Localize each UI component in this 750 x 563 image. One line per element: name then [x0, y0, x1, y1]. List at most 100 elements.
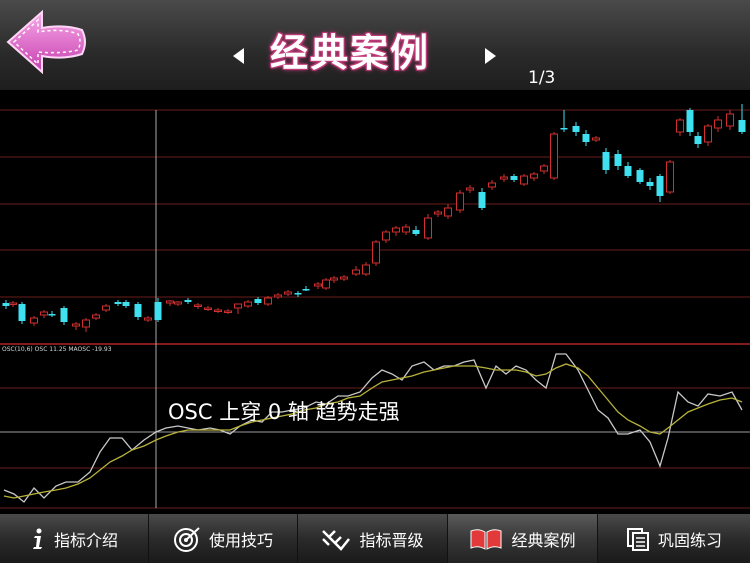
candle-body	[30, 317, 38, 324]
candle-body	[646, 182, 654, 186]
candle-body	[9, 302, 17, 305]
chart-annotation: OSC 上穿 0 轴 趋势走强	[168, 400, 400, 424]
candle-body	[174, 301, 182, 305]
candle-body	[372, 241, 380, 264]
candle-body	[294, 293, 302, 295]
candle-body	[284, 291, 292, 295]
document-icon	[626, 527, 649, 551]
candle-body	[530, 173, 538, 179]
candle-body	[244, 301, 252, 307]
candle-body	[330, 277, 338, 281]
candlestick-series	[2, 104, 746, 332]
page-title: 经典案例	[270, 30, 431, 75]
candle-body	[592, 137, 600, 141]
candle-body	[314, 283, 322, 287]
candle-body	[60, 308, 68, 322]
candle-body	[144, 317, 152, 321]
tab-label: 指标介绍	[53, 530, 118, 550]
candle-body	[274, 294, 282, 298]
candle-body	[264, 297, 272, 305]
candle-body	[254, 299, 262, 303]
candle-body	[234, 303, 242, 309]
candle-body	[134, 304, 142, 317]
indicator-legend: OSC(10,6) OSC 11.25 MAOSC -19.93	[2, 346, 112, 353]
stock-chart: OSC(10,6) OSC 11.25 MAOSC -19.93	[0, 104, 750, 509]
candle-body	[520, 175, 528, 185]
candle-body	[466, 187, 474, 191]
candle-body	[694, 136, 702, 144]
candle-body	[624, 166, 632, 176]
candle-body	[402, 226, 410, 233]
candle-body	[666, 161, 674, 193]
candle-body	[2, 303, 10, 306]
candle-body	[686, 110, 694, 132]
candle-body	[224, 310, 232, 313]
candle-body	[204, 307, 212, 310]
upgrade-icon	[322, 529, 351, 551]
candle-body	[40, 311, 48, 316]
candle-body	[602, 152, 610, 170]
candle-body	[214, 309, 222, 312]
candle-body	[738, 120, 746, 132]
candle-body	[82, 319, 90, 328]
candle-body	[614, 154, 622, 166]
candle-body	[726, 113, 734, 127]
candle-body	[636, 170, 644, 182]
candle-body	[154, 302, 162, 320]
candle-body	[392, 227, 400, 233]
candle-body	[550, 133, 558, 179]
candle-body	[488, 182, 496, 188]
candle-body	[322, 279, 330, 289]
candle-body	[340, 276, 348, 280]
tab-label: 使用技巧	[208, 530, 273, 550]
tab-label: 经典案例	[511, 530, 576, 550]
candle-body	[424, 217, 432, 239]
candle-body	[434, 211, 442, 215]
maosc-line	[3, 363, 743, 499]
candle-body	[102, 305, 110, 311]
tab-classic-cases[interactable]: 经典案例	[448, 514, 598, 563]
candle-body	[582, 134, 590, 142]
tab-indicator-upgrade[interactable]: 指标晋级	[298, 514, 448, 563]
next-page-arrow[interactable]	[485, 48, 496, 64]
candle-body	[382, 231, 390, 241]
candle-body	[412, 230, 420, 234]
candle-body	[184, 300, 192, 302]
candle-body	[114, 302, 122, 304]
info-icon	[32, 528, 42, 549]
back-arrow-icon[interactable]	[4, 6, 90, 78]
candle-body	[572, 126, 580, 132]
candle-body	[302, 289, 310, 291]
tab-indicator-intro[interactable]: 指标介绍	[0, 514, 149, 563]
candle-body	[540, 165, 548, 172]
target-icon	[173, 526, 200, 552]
bottom-tab-bar: 指标介绍 使用技巧 指标晋级 经典案例 巩固练习	[0, 514, 750, 563]
candle-body	[704, 125, 712, 143]
candle-body	[456, 192, 464, 211]
book-icon	[470, 528, 502, 550]
candle-body	[676, 119, 684, 133]
candle-body	[714, 119, 722, 129]
tab-usage-tips[interactable]: 使用技巧	[149, 514, 298, 563]
chart-grid	[0, 109, 750, 509]
candle-body	[92, 314, 100, 319]
tab-practice[interactable]: 巩固练习	[598, 514, 750, 563]
tab-label: 指标晋级	[359, 530, 424, 550]
tab-label: 巩固练习	[657, 530, 722, 550]
candle-body	[166, 300, 174, 304]
candle-body	[72, 323, 80, 327]
page-indicator: 1/3	[528, 68, 556, 88]
candle-body	[510, 176, 518, 180]
candle-body	[444, 207, 452, 217]
candle-body	[656, 176, 664, 196]
candle-body	[362, 264, 370, 275]
top-bar: 经典案例 1/3	[0, 0, 750, 90]
candle-body	[478, 192, 486, 208]
candle-body	[560, 128, 568, 130]
candle-body	[352, 269, 360, 275]
candle-body	[48, 314, 56, 316]
osc-line	[3, 353, 743, 503]
candle-body	[122, 302, 130, 306]
previous-page-arrow[interactable]	[233, 48, 244, 64]
candle-body	[500, 176, 508, 180]
